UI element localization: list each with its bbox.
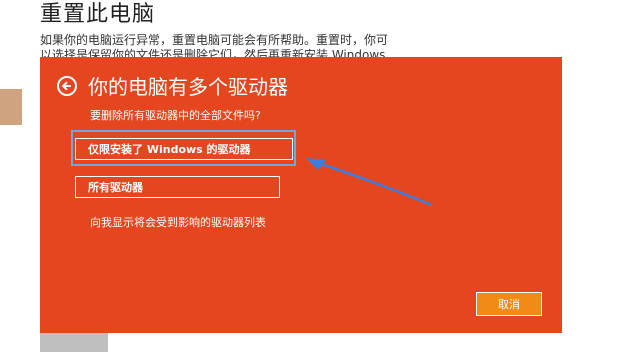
back-arrow-icon[interactable]: [57, 76, 77, 96]
cancel-button[interactable]: 取消: [476, 292, 542, 316]
all-drives-option[interactable]: 所有驱动器: [75, 176, 280, 198]
page-title: 重置此电脑: [40, 2, 156, 27]
dialog-question: 要删除所有驱动器中的全部文件吗?: [90, 109, 261, 122]
multiple-drives-dialog: 你的电脑有多个驱动器 要删除所有驱动器中的全部文件吗? 仅限安装了 Window…: [40, 57, 562, 333]
background-panel-edge: [0, 89, 22, 125]
windows-drive-only-option[interactable]: 仅限安装了 Windows 的驱动器: [75, 138, 293, 160]
show-affected-drives-link[interactable]: 向我显示将会受到影响的驱动器列表: [90, 214, 266, 230]
background-button-edge: [40, 332, 108, 352]
dialog-title: 你的电脑有多个驱动器: [88, 75, 288, 99]
